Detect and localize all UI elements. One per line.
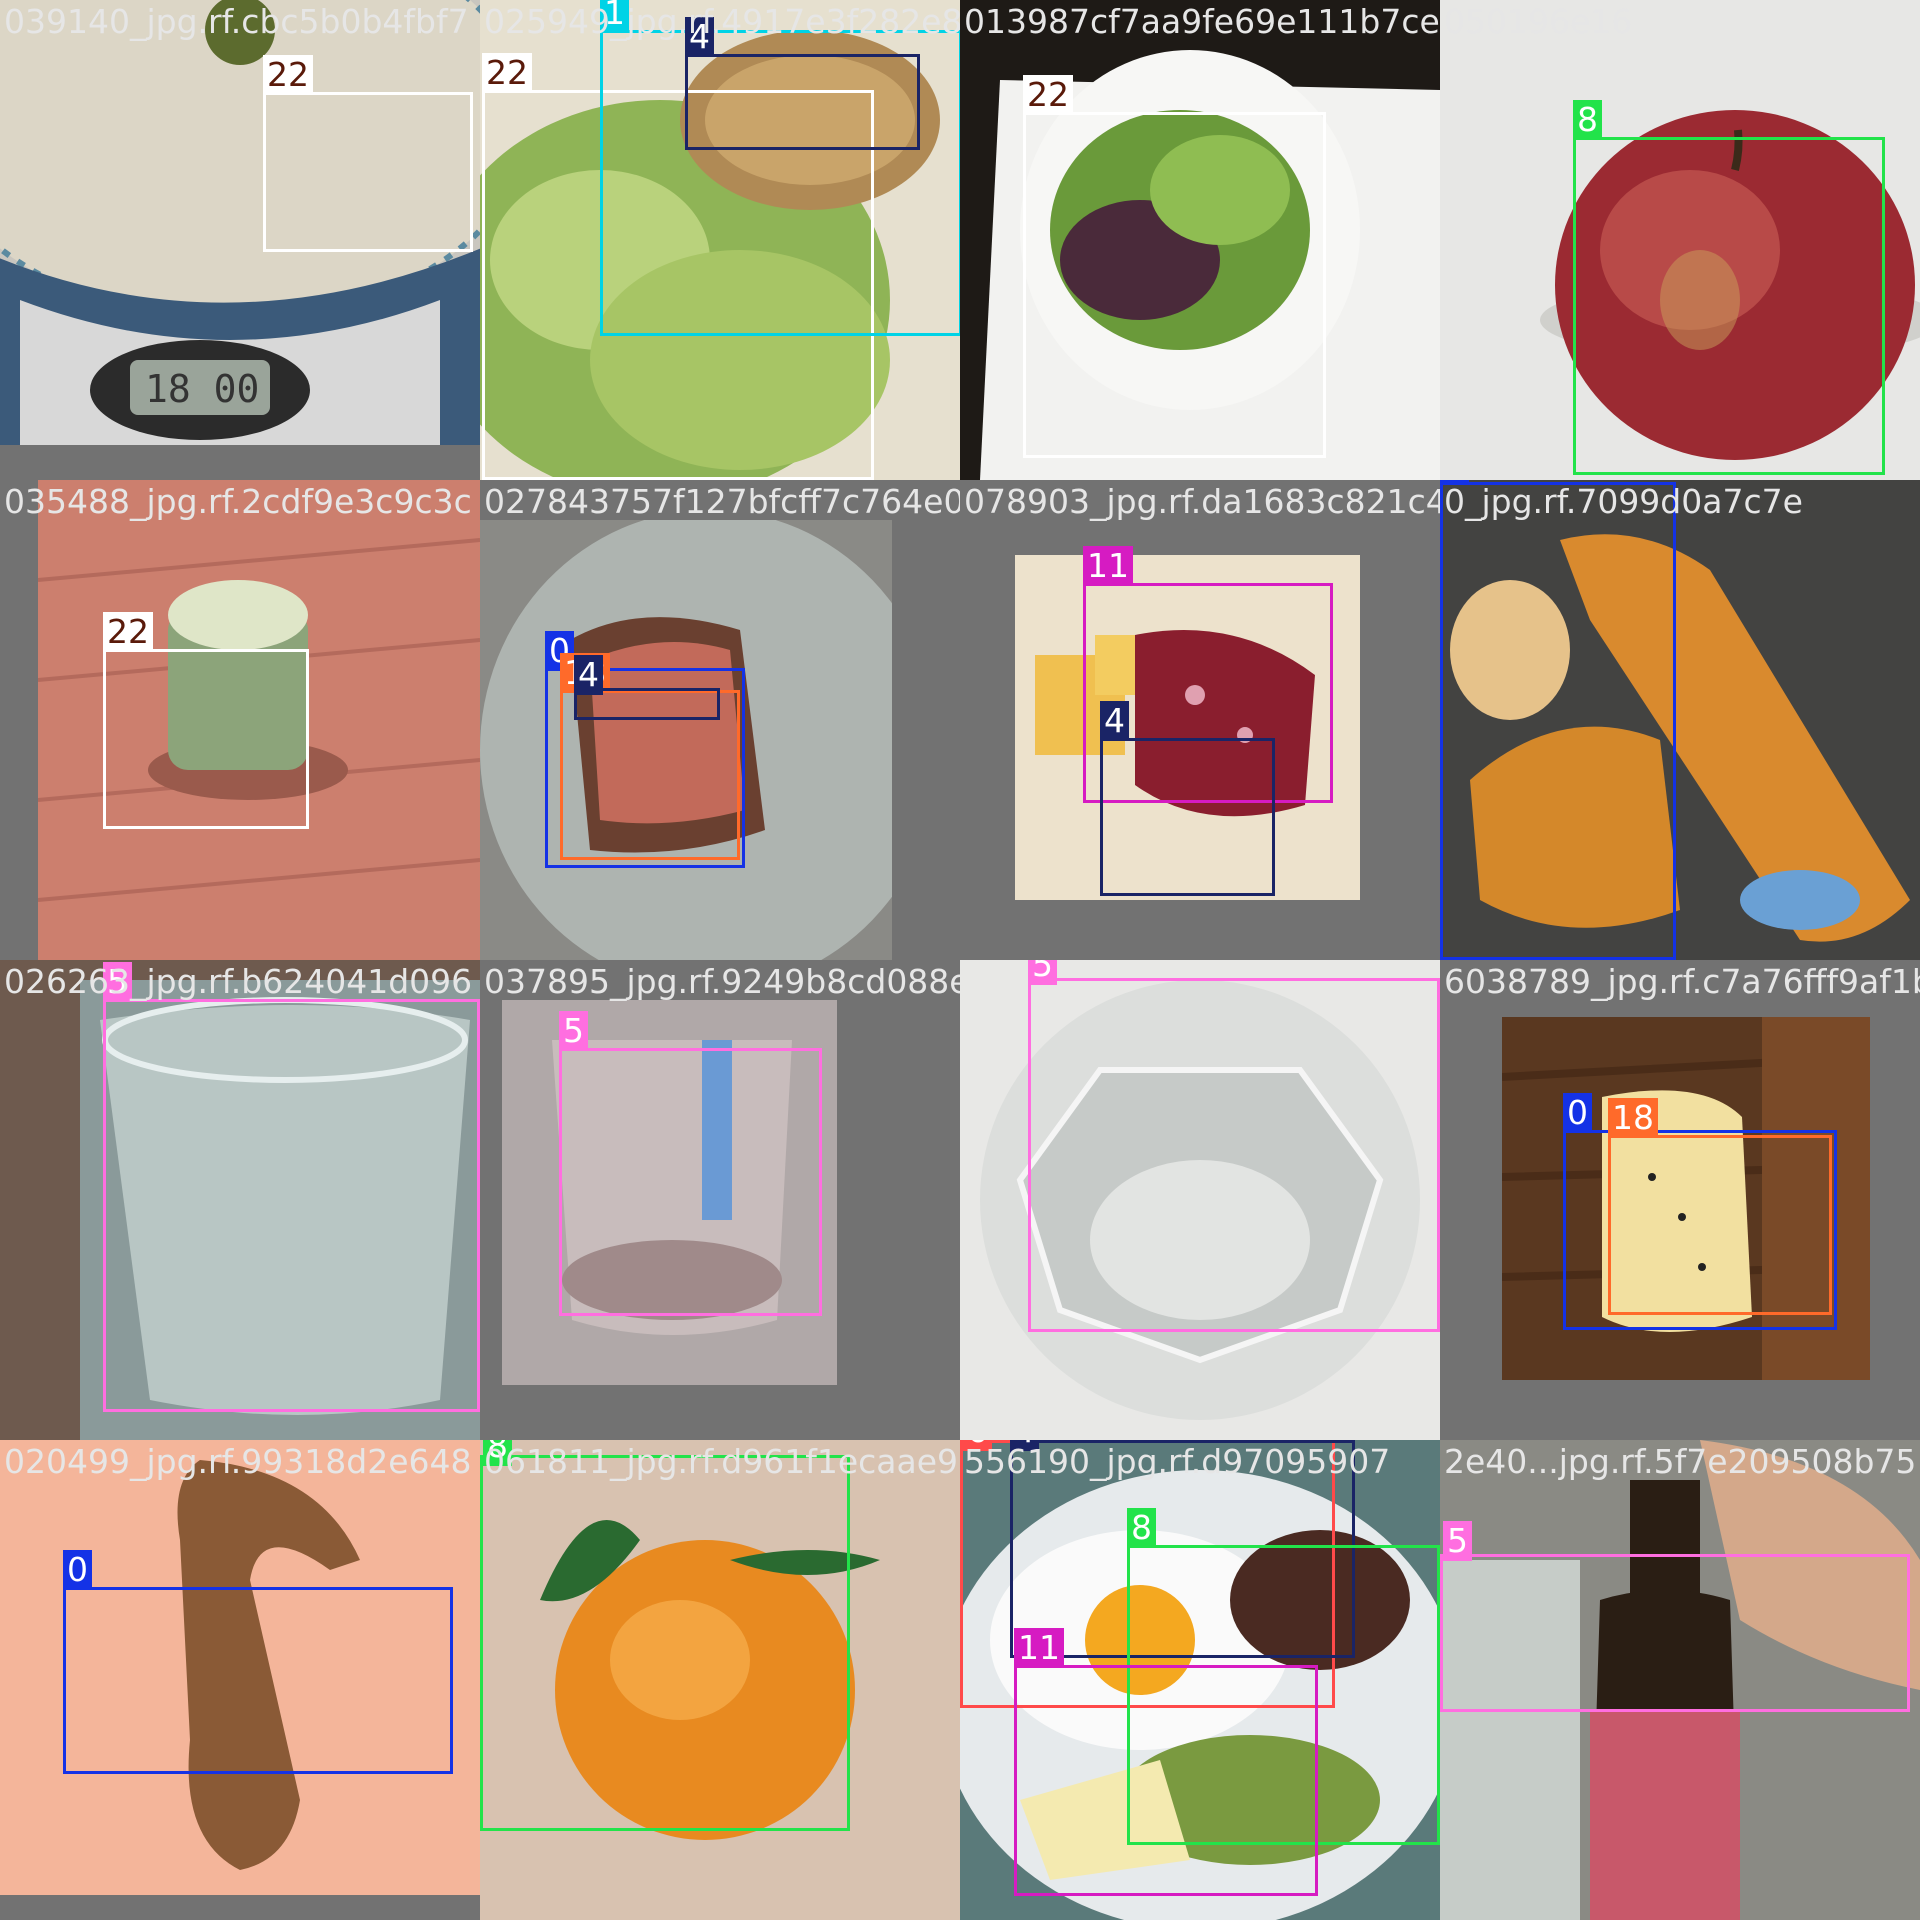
class-tag: 5 — [1028, 960, 1057, 985]
filename-label: 035488_jpg.rf.2cdf9e3c9c3c — [4, 482, 472, 521]
bbox-4: 4 — [1100, 701, 1275, 896]
bbox-8: 8 — [1573, 100, 1885, 475]
filename-label: 025949_jpg.rf.4917e3f282e8 — [484, 2, 960, 41]
class-tag: 5 — [1443, 1521, 1472, 1561]
class-tag: 0 — [1563, 1093, 1592, 1133]
class-tag: 11 — [1083, 546, 1133, 586]
tile-egg-plate: 556190_jpg.rf.d97095907 6 4 8 11 — [960, 1440, 1440, 1920]
bbox-8: 8 — [480, 1440, 850, 1831]
filename-label: 0_jpg.rf.7099d0a7c7e — [1444, 482, 1803, 521]
bbox-5: 5 — [1028, 960, 1440, 1332]
detection-mosaic: 18 00 039140_jpg.rf.cbc5b0b4fbf7 22 0259… — [0, 0, 1920, 1920]
tile-baguette: 0_jpg.rf.7099d0a7c7e 0 — [1440, 480, 1920, 960]
tile-cucumber: 035488_jpg.rf.2cdf9e3c9c3c 22 — [0, 480, 480, 960]
tile-bread-jam: 027843757f127bfcff7c764e0 0 18 4 — [480, 480, 960, 960]
bbox-11: 11 — [1014, 1628, 1318, 1896]
tile-beer-bottle: 2e40...jpg.rf.5f7e209508b75 5 — [1440, 1440, 1920, 1920]
filename-label: 039140_jpg.rf.cbc5b0b4fbf7 — [4, 2, 469, 41]
class-tag: 8 — [1573, 100, 1602, 140]
bbox-18: 18 — [1608, 1098, 1832, 1315]
bbox-5: 5 — [103, 962, 480, 1412]
class-tag: 18 — [1608, 1098, 1658, 1138]
class-tag: 22 — [263, 55, 313, 95]
class-tag: 22 — [1023, 75, 1073, 115]
tile-cheese-meat: 078903_jpg.rf.da1683c821c4 11 4 — [960, 480, 1440, 960]
filename-label: 078903_jpg.rf.da1683c821c4 — [964, 482, 1440, 521]
bbox-22: 22 — [263, 55, 473, 252]
filename-label: 050196e16 — [1444, 2, 1633, 41]
class-tag: 0 — [63, 1550, 92, 1590]
filename-label: 026263_jpg.rf.b624041d096 — [4, 962, 473, 1001]
tile-empty-glass: 037895_jpg.rf.9249b8cd088e 5 — [480, 960, 960, 1440]
filename-label: 6038789_jpg.rf.c7a76fff9af1b5 — [1444, 962, 1920, 1001]
class-tag: 8 — [1127, 1508, 1156, 1548]
filename-label: 2e40...jpg.rf.5f7e209508b75 — [1444, 1442, 1917, 1481]
tile-salad-sandwich: 025949_jpg.rf.4917e3f282e8 22 1 4 — [480, 0, 960, 480]
bbox-0: 0 — [63, 1550, 453, 1774]
tile-apple: 050196e16 8 — [1440, 0, 1920, 480]
bbox-5: 5 — [1440, 1521, 1910, 1712]
filename-label: 020499_jpg.rf.99318d2e648 — [4, 1442, 472, 1481]
bbox-4: 4 — [685, 17, 920, 150]
tile-buttered-bread: 6038789_jpg.rf.c7a76fff9af1b5 0 18 — [1440, 960, 1920, 1440]
bbox-4: 4 — [574, 655, 720, 720]
svg-text:18 00: 18 00 — [145, 367, 259, 411]
class-tag: 4 — [1100, 701, 1129, 741]
tile-salad-plate: 013987cf7aa9fe69e111b7cec 22 — [960, 0, 1440, 480]
class-tag: 5 — [559, 1011, 588, 1051]
bbox-0: 0 — [1440, 480, 1676, 960]
tile-orange: 061811_jpg.rf.d961f1ecaae99 8 — [480, 1440, 960, 1920]
bbox-5: 5 — [559, 1011, 822, 1316]
filename-label: 037895_jpg.rf.9249b8cd088e — [484, 962, 960, 1001]
tile-plate-scale: 18 00 039140_jpg.rf.cbc5b0b4fbf7 22 — [0, 0, 480, 480]
tile-glass-bowl: 5 — [960, 960, 1440, 1440]
class-tag: 22 — [482, 53, 532, 93]
filename-label: 013987cf7aa9fe69e111b7cec — [964, 2, 1440, 41]
filename-label: 556190_jpg.rf.d97095907 — [964, 1442, 1391, 1481]
tile-bread-crust: 020499_jpg.rf.99318d2e648 0 — [0, 1440, 480, 1920]
bbox-22: 22 — [1023, 75, 1326, 458]
filename-label: 061811_jpg.rf.d961f1ecaae99 — [484, 1442, 960, 1481]
class-tag: 22 — [103, 612, 153, 652]
tile-water-glass: 026263_jpg.rf.b624041d096 5 — [0, 960, 480, 1440]
filename-label: 027843757f127bfcff7c764e0 — [484, 482, 960, 521]
class-tag: 11 — [1014, 1628, 1064, 1668]
class-tag: 4 — [574, 655, 603, 695]
bbox-22: 22 — [103, 612, 309, 829]
